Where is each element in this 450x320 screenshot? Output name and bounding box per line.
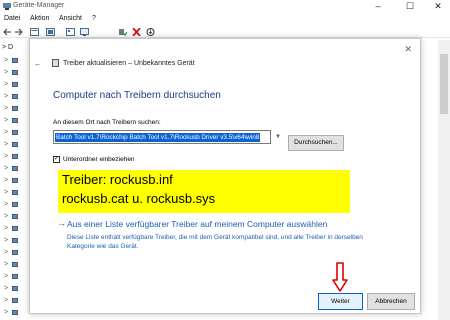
menubar: Datei Aktion Ansicht ?: [0, 15, 450, 25]
arrow-right-icon: →: [57, 218, 66, 228]
tree-expander[interactable]: >: [4, 201, 8, 208]
menu-ansicht[interactable]: Ansicht: [59, 15, 82, 22]
minimize-button[interactable]: –: [364, 0, 392, 14]
device-icon: [12, 70, 18, 75]
window-titlebar: Geräte-Manager – ☐ ✕: [0, 0, 450, 14]
device-icon: [12, 298, 18, 303]
tree-expander[interactable]: >: [4, 81, 8, 88]
tree-expander[interactable]: >: [4, 141, 8, 148]
toolbar: [0, 26, 450, 38]
chevron-down-icon[interactable]: ▼: [273, 130, 283, 144]
device-icon: [12, 130, 18, 135]
tree-expander[interactable]: >: [4, 189, 8, 196]
device-icon: [12, 310, 18, 315]
tree-expander[interactable]: >: [4, 213, 8, 220]
tree-expander[interactable]: >: [4, 285, 8, 292]
tree-expander[interactable]: >: [4, 273, 8, 280]
tree-expander[interactable]: >: [4, 237, 8, 244]
device-icon: [12, 226, 18, 231]
device-icon: [12, 202, 18, 207]
tree-expander[interactable]: >: [4, 297, 8, 304]
tree-expander[interactable]: >: [4, 93, 8, 100]
window-title: Geräte-Manager: [13, 2, 65, 9]
update-driver-icon[interactable]: [66, 28, 75, 36]
device-icon: [12, 154, 18, 159]
forward-icon[interactable]: [14, 28, 23, 36]
device-icon: [12, 190, 18, 195]
pick-from-list-link[interactable]: Aus einer Liste verfügbarer Treiber auf …: [67, 219, 327, 229]
close-window-button[interactable]: ✕: [424, 0, 450, 14]
driver-path-value: Batch Tool v1.7\Rockchip Batch Tool v1.7…: [55, 133, 261, 142]
tree-expander[interactable]: >: [4, 309, 8, 316]
device-tree: > D > > > > > > > > > > > > > > > > > > …: [0, 40, 30, 320]
include-subfolders-label: Unterordner einbeziehen: [63, 156, 135, 163]
enable-icon[interactable]: [118, 28, 127, 36]
dialog-heading: Computer nach Treibern durchsuchen: [53, 90, 221, 101]
update-driver-dialog: ✕ ← Treiber aktualisieren – Unbekanntes …: [29, 38, 421, 314]
menu-help[interactable]: ?: [92, 15, 96, 22]
tree-root-label[interactable]: > D: [2, 44, 13, 51]
driver-path-input[interactable]: Batch Tool v1.7\Rockchip Batch Tool v1.7…: [53, 130, 271, 144]
properties-icon[interactable]: [30, 28, 39, 36]
device-icon: [12, 82, 18, 87]
tree-expander[interactable]: >: [4, 165, 8, 172]
download-icon[interactable]: [146, 28, 155, 36]
tree-expander[interactable]: >: [4, 105, 8, 112]
driver-note-line2: rockusb.cat u. rockusb.sys: [62, 191, 216, 206]
include-subfolders-checkbox[interactable]: [53, 155, 60, 163]
maximize-button[interactable]: ☐: [396, 0, 424, 14]
dialog-title: Treiber aktualisieren – Unbekanntes Gerä…: [63, 60, 195, 67]
dialog-close-button[interactable]: ✕: [404, 44, 412, 55]
device-icon: [12, 106, 18, 111]
menu-aktion[interactable]: Aktion: [30, 15, 49, 22]
tree-expander[interactable]: >: [4, 177, 8, 184]
tree-expander[interactable]: >: [4, 261, 8, 268]
tree-expander[interactable]: >: [4, 153, 8, 160]
driver-note-line1: Treiber: rockusb.inf: [62, 172, 173, 187]
tree-expander[interactable]: >: [4, 57, 8, 64]
help-icon[interactable]: [46, 28, 55, 36]
tree-expander[interactable]: >: [4, 129, 8, 136]
tree-expander[interactable]: >: [4, 249, 8, 256]
device-icon: [12, 58, 18, 63]
pick-from-list-description: Diese Liste enthält verfügbare Treiber, …: [67, 234, 363, 250]
unknown-device-icon: [52, 59, 59, 67]
device-manager-icon: [3, 3, 11, 10]
device-icon: [12, 286, 18, 291]
device-icon: [12, 262, 18, 267]
next-button[interactable]: Weiter: [318, 293, 363, 310]
tree-expander[interactable]: >: [4, 69, 8, 76]
dialog-back-button[interactable]: ←: [34, 59, 42, 68]
device-icon: [12, 166, 18, 171]
scan-icon[interactable]: [80, 28, 89, 36]
device-icon: [12, 214, 18, 219]
red-down-arrow-annotation: [332, 262, 348, 292]
uninstall-icon[interactable]: [132, 28, 141, 36]
tree-expander[interactable]: >: [4, 117, 8, 124]
device-icon: [12, 238, 18, 243]
menu-datei[interactable]: Datei: [4, 15, 20, 22]
device-icon: [12, 178, 18, 183]
device-icon: [12, 94, 18, 99]
device-icon: [12, 142, 18, 147]
tree-expander[interactable]: >: [4, 225, 8, 232]
browse-button[interactable]: Durchsuchen...: [288, 135, 344, 151]
back-icon[interactable]: [3, 28, 12, 36]
cancel-button[interactable]: Abbrechen: [367, 293, 415, 310]
device-icon: [12, 118, 18, 123]
scroll-thumb[interactable]: [440, 54, 448, 114]
path-label: An diesem Ort nach Treibern suchen:: [53, 119, 161, 126]
tree-scrollbar[interactable]: [438, 40, 450, 320]
device-icon: [12, 274, 18, 279]
device-icon: [12, 250, 18, 255]
